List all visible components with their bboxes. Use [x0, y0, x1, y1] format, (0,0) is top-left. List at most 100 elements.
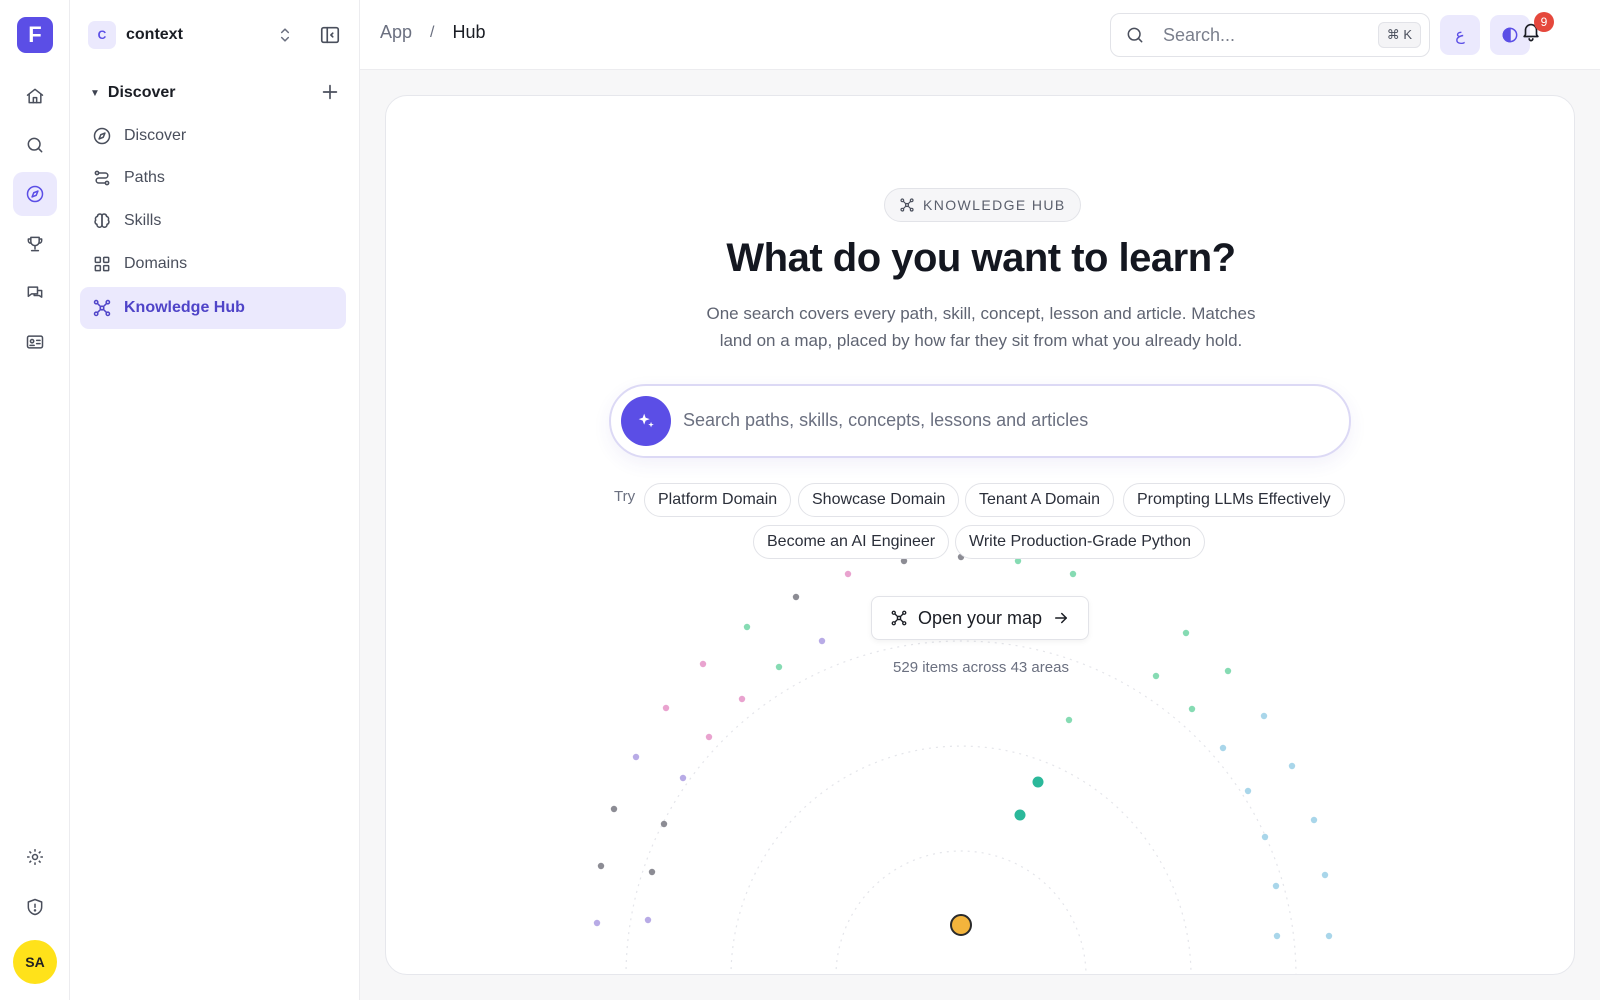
search-placeholder: Search... — [1163, 24, 1236, 45]
map-node-highlight[interactable] — [1032, 776, 1044, 788]
sidebar-item-paths[interactable]: Paths — [80, 157, 346, 199]
map-node[interactable] — [1310, 816, 1318, 824]
sidebar-item-label: Paths — [124, 169, 165, 186]
section-title: Discover — [107, 84, 176, 101]
hub-badge: KNOWLEDGE HUB — [884, 188, 1081, 222]
map-node[interactable] — [1321, 871, 1329, 879]
rail-security-button[interactable] — [13, 885, 57, 929]
arrow-right-icon — [1055, 612, 1068, 624]
gear-icon — [27, 849, 43, 865]
description-line: land on a map, placed by how far they si… — [719, 331, 1243, 350]
map-node[interactable] — [1273, 932, 1281, 940]
sidebar-item-label: Domains — [124, 255, 188, 272]
map-node-highlight[interactable] — [1014, 809, 1026, 821]
global-search-input[interactable]: Search... ⌘ K — [1110, 13, 1430, 57]
network-icon — [891, 610, 907, 626]
map-node[interactable] — [648, 868, 656, 876]
home-icon — [26, 88, 44, 104]
route-icon — [94, 170, 110, 186]
sidebar-item-knowledge-hub[interactable]: Knowledge Hub — [80, 287, 346, 329]
map-node[interactable] — [1065, 716, 1073, 724]
search-icon — [1127, 27, 1143, 43]
open-map-button[interactable]: Open your map — [871, 596, 1089, 640]
suggestion-chip[interactable]: Tenant A Domain — [965, 483, 1114, 517]
sidebar-item-discover[interactable]: Discover — [80, 115, 346, 157]
rail-achievements-button[interactable] — [13, 222, 57, 266]
suggestion-chip[interactable]: Become an AI Engineer — [753, 525, 950, 559]
map-node[interactable] — [1260, 712, 1268, 720]
workspace-name: context — [126, 26, 183, 43]
map-ring — [730, 745, 1192, 974]
rail-discover-button[interactable] — [13, 172, 57, 216]
items-summary: 529 items across 43 areas — [893, 659, 1069, 676]
network-icon — [93, 299, 111, 317]
map-node[interactable] — [1288, 762, 1296, 770]
brain-icon — [94, 213, 110, 229]
icon-rail: F SA — [0, 0, 70, 1000]
search-icon — [27, 137, 43, 153]
workspace-badge: C — [88, 21, 116, 49]
rail-profile-button[interactable] — [13, 320, 57, 364]
suggestion-chip[interactable]: Showcase Domain — [798, 483, 960, 517]
sidebar: C context ▼ Discover Discover Paths Skil… — [70, 0, 360, 1000]
chat-icon — [27, 286, 43, 298]
map-node[interactable] — [593, 919, 601, 927]
sidebar-item-skills[interactable]: Skills — [80, 200, 346, 242]
map-node[interactable] — [844, 570, 852, 578]
compass-icon — [93, 127, 111, 145]
map-node[interactable] — [662, 704, 670, 712]
map-node[interactable] — [738, 695, 746, 703]
map-node[interactable] — [743, 623, 751, 631]
open-map-label: Open your map — [917, 607, 1043, 628]
map-node[interactable] — [1182, 629, 1190, 637]
breadcrumb-app-link[interactable]: App — [380, 22, 412, 43]
grid-icon — [94, 256, 110, 272]
sidebar-collapse-icon[interactable] — [319, 24, 341, 46]
map-node[interactable] — [705, 733, 713, 741]
user-avatar[interactable]: SA — [13, 940, 57, 984]
suggestion-chip[interactable]: Platform Domain — [644, 483, 792, 517]
contrast-icon — [1502, 27, 1518, 43]
rail-settings-button[interactable] — [13, 835, 57, 879]
map-node[interactable] — [1188, 705, 1196, 713]
suggestion-chip[interactable]: Prompting LLMs Effectively — [1123, 483, 1345, 517]
map-node[interactable] — [644, 916, 652, 924]
app-logo[interactable]: F — [17, 17, 53, 53]
breadcrumb-current: Hub — [452, 22, 486, 42]
ai-search-button[interactable] — [621, 396, 671, 446]
workspace-switcher[interactable]: C context — [88, 20, 345, 50]
map-node[interactable] — [1325, 932, 1333, 940]
map-node[interactable] — [1069, 570, 1077, 578]
sidebar-item-domains[interactable]: Domains — [80, 243, 346, 285]
rail-messages-button[interactable] — [13, 271, 57, 315]
hub-search-input[interactable]: Search paths, skills, concepts, lessons … — [609, 384, 1351, 458]
sidebar-item-label: Skills — [124, 212, 162, 229]
map-node[interactable] — [660, 820, 668, 828]
you-are-here-node[interactable] — [950, 914, 972, 936]
rail-home-button[interactable] — [13, 74, 57, 118]
plus-icon[interactable] — [319, 81, 341, 103]
map-node[interactable] — [597, 862, 605, 870]
map-node[interactable] — [1272, 882, 1280, 890]
sidebar-section-header[interactable]: ▼ Discover — [88, 80, 345, 106]
breadcrumb-separator: / — [430, 23, 435, 41]
page-description: One search covers every path, skill, con… — [656, 300, 1306, 354]
map-node[interactable] — [818, 637, 826, 645]
shield-icon — [27, 898, 43, 916]
suggestion-chip[interactable]: Write Production-Grade Python — [955, 525, 1206, 559]
try-label: Try — [614, 488, 636, 505]
map-node[interactable] — [1244, 787, 1252, 795]
chevron-updown-icon[interactable] — [275, 24, 295, 46]
map-node[interactable] — [632, 753, 640, 761]
page-title: What do you want to learn? — [726, 236, 1236, 280]
language-button[interactable]: ع — [1440, 15, 1480, 55]
rail-search-button[interactable] — [13, 123, 57, 167]
map-node[interactable] — [792, 593, 800, 601]
map-node[interactable] — [1261, 833, 1269, 841]
map-node[interactable] — [610, 805, 618, 813]
shortcut-hint: ⌘ K — [1377, 22, 1421, 48]
map-node[interactable] — [1219, 744, 1227, 752]
map-node[interactable] — [679, 774, 687, 782]
sidebar-item-label: Discover — [124, 127, 187, 144]
language-glyph: ع — [1455, 27, 1465, 44]
